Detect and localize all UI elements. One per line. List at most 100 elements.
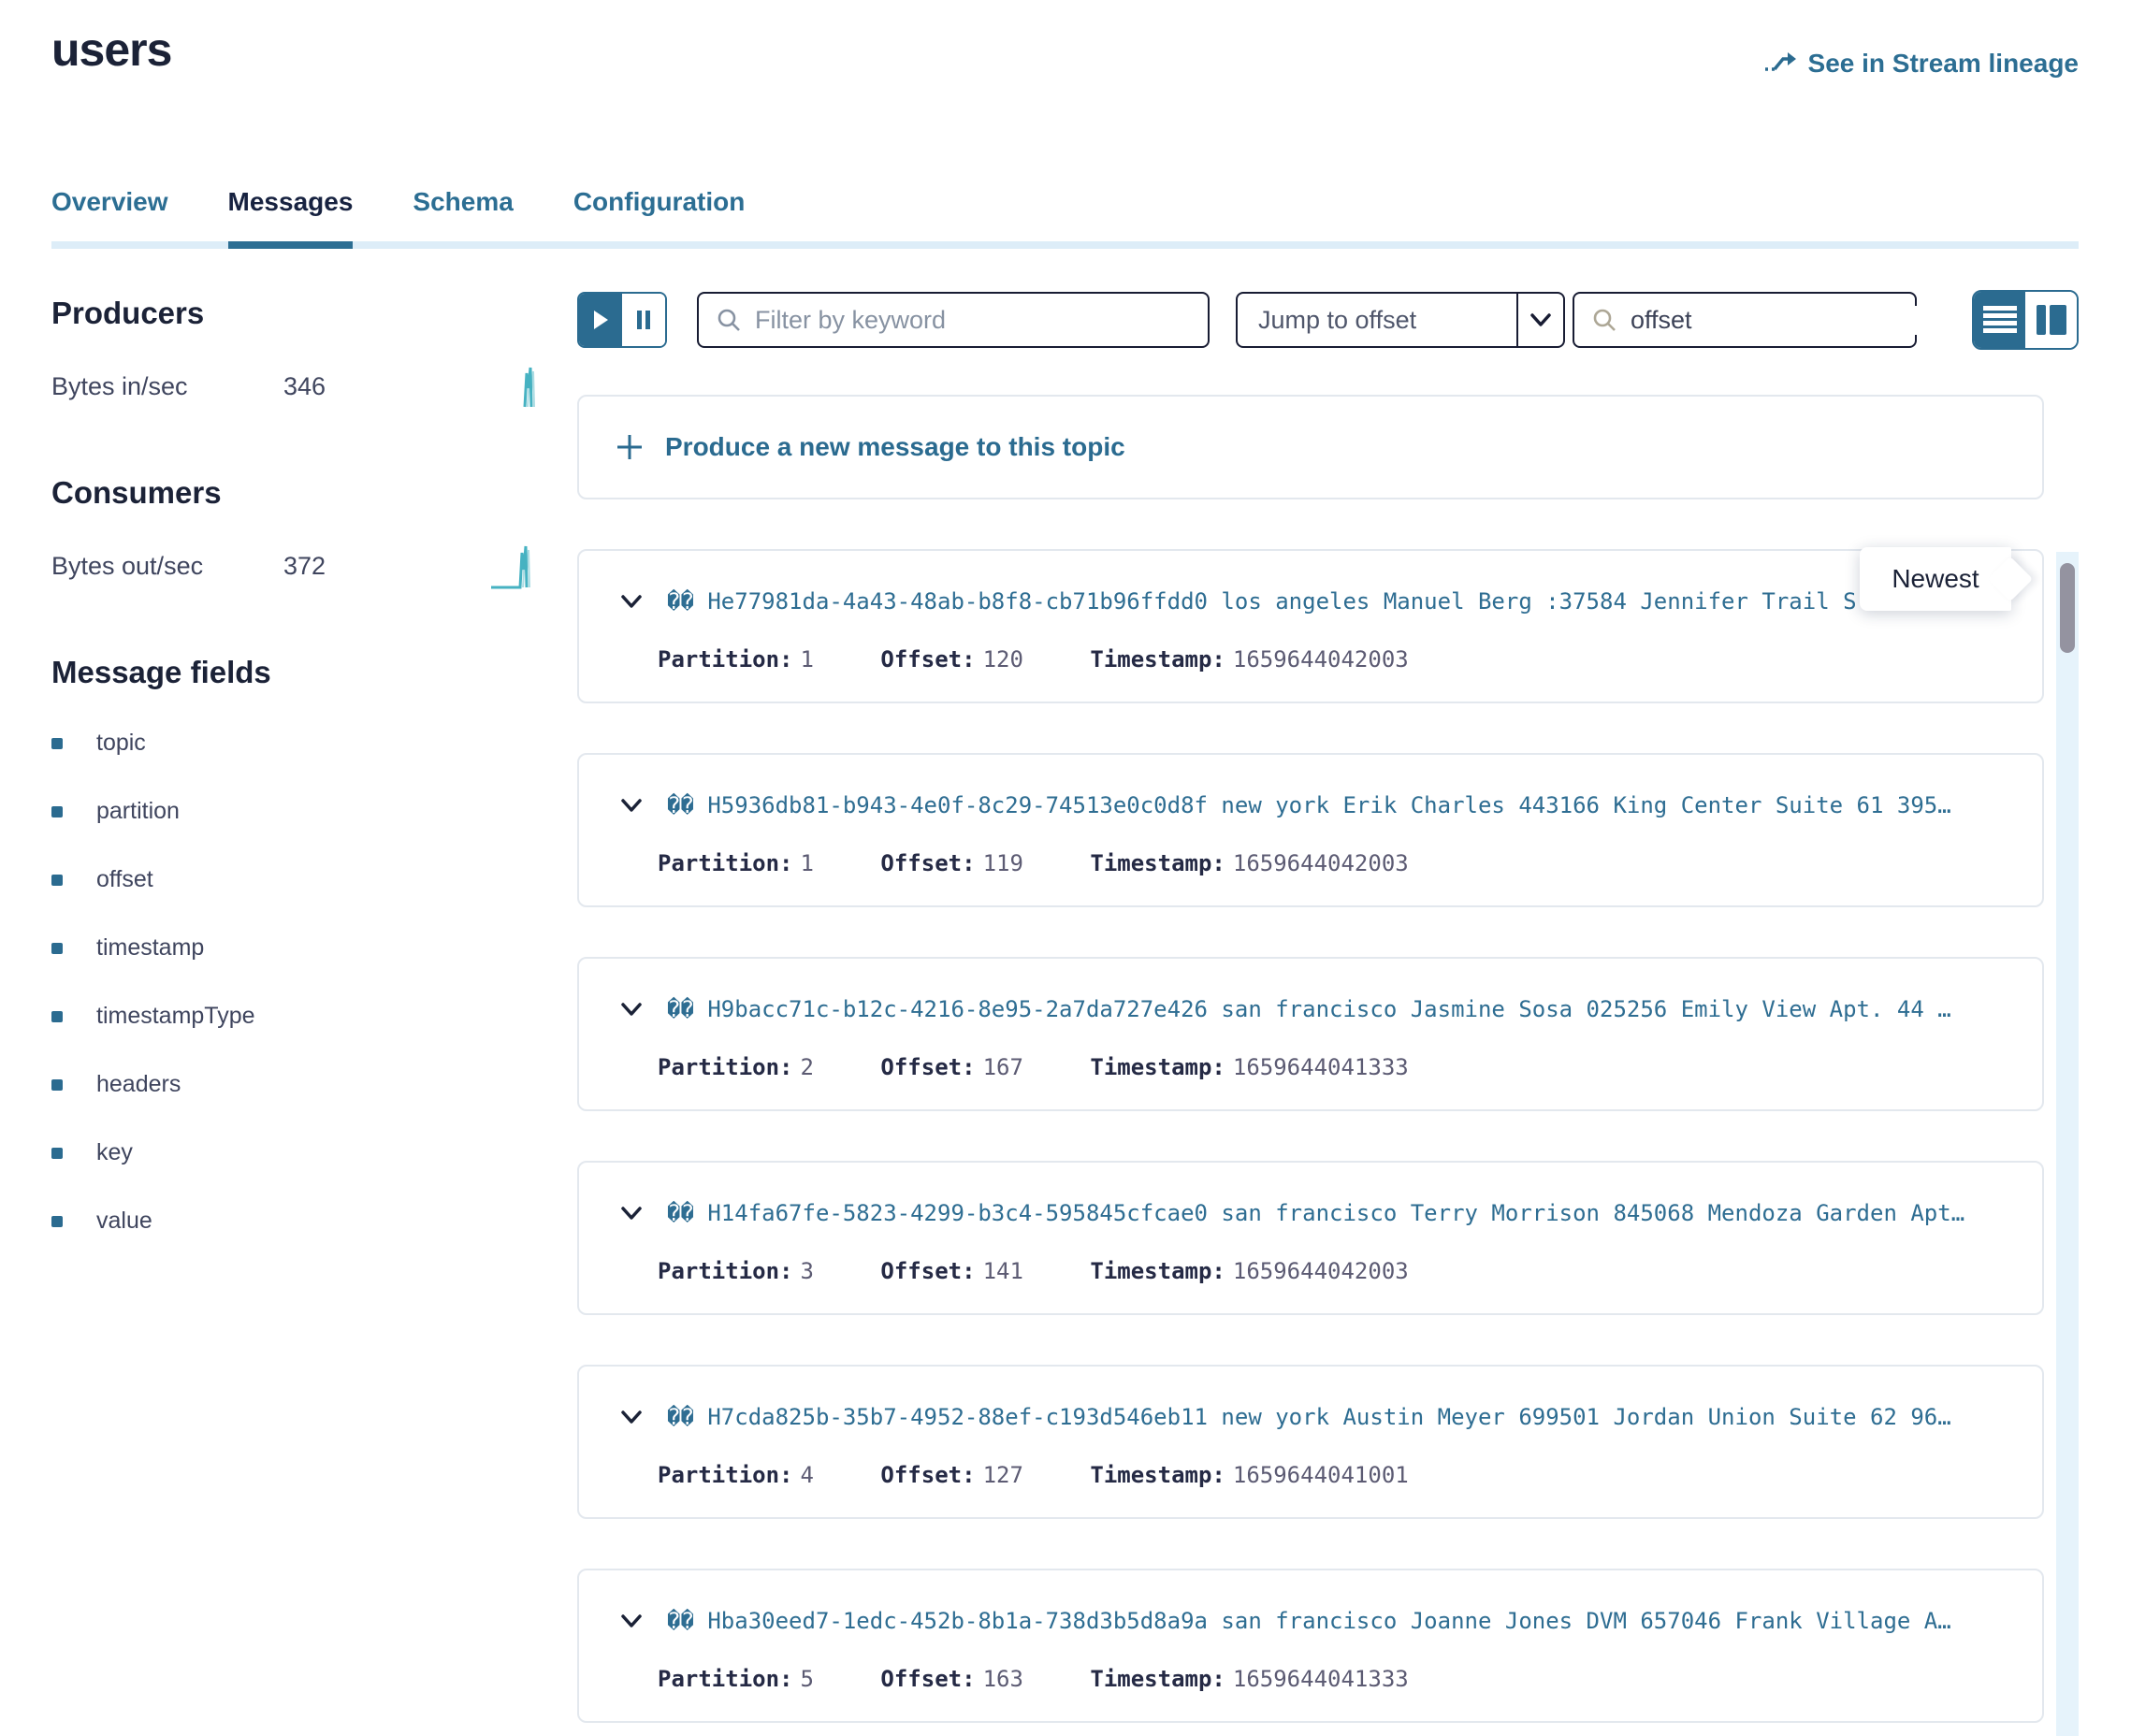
expand-chevron-icon[interactable] bbox=[620, 1206, 643, 1221]
message-field-partition[interactable]: partition bbox=[51, 798, 538, 825]
keyword-filter-input[interactable] bbox=[755, 306, 1191, 335]
tabs: Overview Messages Schema Configuration bbox=[51, 187, 2079, 241]
consumers-heading: Consumers bbox=[51, 475, 538, 511]
messages-toolbar: Jump to offset bbox=[577, 290, 2079, 350]
keyword-filter bbox=[697, 292, 1210, 348]
message-row[interactable]: �� Hba30eed7-1edc-452b-8b1a-738d3b5d8a9a… bbox=[577, 1569, 2044, 1723]
timestamp-value: 1659644041333 bbox=[1225, 1054, 1409, 1080]
timestamp-label: Timestamp: bbox=[1090, 850, 1225, 876]
topic-page: users See in Stream lineage OverviewMess… bbox=[0, 0, 2131, 1736]
field-bullet-icon bbox=[51, 806, 63, 817]
see-in-stream-lineage-link[interactable]: See in Stream lineage bbox=[1763, 49, 2079, 79]
newest-tooltip-label: Newest bbox=[1892, 564, 1979, 594]
message-preview: H9bacc71c-b12c-4216-8e95-2a7da727e426 sa… bbox=[707, 996, 1950, 1022]
offset-label: Offset: bbox=[880, 1258, 975, 1284]
tab-label: Messages bbox=[228, 187, 354, 216]
tab-label: Configuration bbox=[573, 187, 746, 216]
partition-label: Partition: bbox=[658, 646, 793, 673]
messages-panel: Jump to offset bbox=[577, 290, 2079, 1736]
offset-label: Offset: bbox=[880, 1054, 975, 1080]
expand-chevron-icon[interactable] bbox=[620, 1002, 643, 1017]
offset-label: Offset: bbox=[880, 1462, 975, 1488]
message-list-scrollbar-thumb[interactable] bbox=[2060, 563, 2075, 653]
tab-schema[interactable]: Schema bbox=[413, 187, 513, 241]
play-pause-toggle bbox=[577, 292, 667, 348]
expand-chevron-icon[interactable] bbox=[620, 798, 643, 813]
message-list-scrollbar-track[interactable] bbox=[2056, 552, 2079, 1736]
message-fields-list: topic partition offset timestamp timesta… bbox=[51, 730, 538, 1235]
field-bullet-icon bbox=[51, 1011, 63, 1022]
offset-search-input[interactable] bbox=[1631, 306, 1962, 335]
bytes-in-label: Bytes in/sec bbox=[51, 372, 283, 401]
message-preview: He77981da-4a43-48ab-b8f8-cb71b96ffdd0 lo… bbox=[707, 588, 1856, 615]
offset-value: 141 bbox=[976, 1258, 1023, 1284]
message-row[interactable]: �� He77981da-4a43-48ab-b8f8-cb71b96ffdd0… bbox=[577, 549, 2044, 703]
timestamp-label: Timestamp: bbox=[1090, 1258, 1225, 1284]
message-field-offset[interactable]: offset bbox=[51, 866, 538, 893]
field-label: timestampType bbox=[96, 1003, 255, 1030]
offset-label: Offset: bbox=[880, 1666, 975, 1692]
offset-label: Offset: bbox=[880, 646, 975, 673]
message-preview: Hba30eed7-1edc-452b-8b1a-738d3b5d8a9a sa… bbox=[707, 1608, 1950, 1634]
message-field-value[interactable]: value bbox=[51, 1208, 538, 1235]
message-row[interactable]: �� H9bacc71c-b12c-4216-8e95-2a7da727e426… bbox=[577, 957, 2044, 1111]
message-preview: H7cda825b-35b7-4952-88ef-c193d546eb11 ne… bbox=[707, 1404, 1950, 1430]
bytes-in-sparkline bbox=[519, 364, 538, 409]
field-bullet-icon bbox=[51, 1216, 63, 1227]
view-mode-toggle bbox=[1972, 290, 2079, 350]
bytes-out-metric: Bytes out/sec 372 bbox=[51, 539, 538, 593]
message-key-glyphs: �� bbox=[667, 1608, 694, 1634]
offset-value: 163 bbox=[976, 1666, 1023, 1692]
message-field-timestamp[interactable]: timestamp bbox=[51, 934, 538, 962]
partition-value: 2 bbox=[793, 1054, 814, 1080]
jump-to-offset-value: Jump to offset bbox=[1238, 294, 1516, 346]
message-key-glyphs: �� bbox=[667, 996, 694, 1022]
message-preview: H5936db81-b943-4e0f-8c29-74513e0c0d8f ne… bbox=[707, 792, 1950, 818]
pause-icon bbox=[635, 309, 652, 331]
message-preview: H14fa67fe-5823-4299-b3c4-595845cfcae0 sa… bbox=[707, 1200, 1964, 1226]
produce-message-button[interactable]: Produce a new message to this topic bbox=[577, 395, 2044, 499]
field-label: partition bbox=[96, 798, 180, 825]
newest-tooltip: Newest bbox=[1860, 547, 2011, 611]
partition-label: Partition: bbox=[658, 1666, 793, 1692]
message-field-key[interactable]: key bbox=[51, 1139, 538, 1166]
tab-label: Schema bbox=[413, 187, 513, 216]
play-icon bbox=[591, 309, 610, 331]
message-key-glyphs: �� bbox=[667, 1200, 694, 1226]
jump-to-offset-select[interactable]: Jump to offset bbox=[1236, 292, 1565, 348]
message-row[interactable]: �� H7cda825b-35b7-4952-88ef-c193d546eb11… bbox=[577, 1365, 2044, 1519]
message-field-topic[interactable]: topic bbox=[51, 730, 538, 757]
field-label: headers bbox=[96, 1071, 181, 1098]
play-button[interactable] bbox=[579, 294, 622, 346]
field-label: timestamp bbox=[96, 934, 204, 962]
timestamp-label: Timestamp: bbox=[1090, 1462, 1225, 1488]
search-icon bbox=[1591, 307, 1617, 333]
message-field-timestamptype[interactable]: timestampType bbox=[51, 1003, 538, 1030]
partition-value: 3 bbox=[793, 1258, 814, 1284]
partition-label: Partition: bbox=[658, 1054, 793, 1080]
split-view-button[interactable] bbox=[2025, 292, 2077, 348]
tab-label: Overview bbox=[51, 187, 168, 216]
message-fields-heading: Message fields bbox=[51, 655, 538, 690]
split-view-icon bbox=[2036, 304, 2067, 336]
partition-value: 4 bbox=[793, 1462, 814, 1488]
pause-button[interactable] bbox=[622, 294, 665, 346]
tab-configuration[interactable]: Configuration bbox=[573, 187, 746, 241]
expand-chevron-icon[interactable] bbox=[620, 1613, 643, 1628]
offset-search bbox=[1573, 292, 1917, 348]
field-label: topic bbox=[96, 730, 146, 757]
timestamp-label: Timestamp: bbox=[1090, 1054, 1225, 1080]
list-view-button[interactable] bbox=[1974, 292, 2025, 348]
tab-messages[interactable]: Messages bbox=[228, 187, 354, 241]
message-key-glyphs: �� bbox=[667, 792, 694, 818]
bytes-out-value: 372 bbox=[283, 552, 326, 581]
field-bullet-icon bbox=[51, 943, 63, 954]
message-row[interactable]: �� H14fa67fe-5823-4299-b3c4-595845cfcae0… bbox=[577, 1161, 2044, 1315]
message-row[interactable]: �� H5936db81-b943-4e0f-8c29-74513e0c0d8f… bbox=[577, 753, 2044, 907]
bytes-out-label: Bytes out/sec bbox=[51, 552, 283, 581]
expand-chevron-icon[interactable] bbox=[620, 594, 643, 609]
message-key-glyphs: �� bbox=[667, 588, 694, 615]
expand-chevron-icon[interactable] bbox=[620, 1410, 643, 1425]
message-field-headers[interactable]: headers bbox=[51, 1071, 538, 1098]
tab-overview[interactable]: Overview bbox=[51, 187, 168, 241]
